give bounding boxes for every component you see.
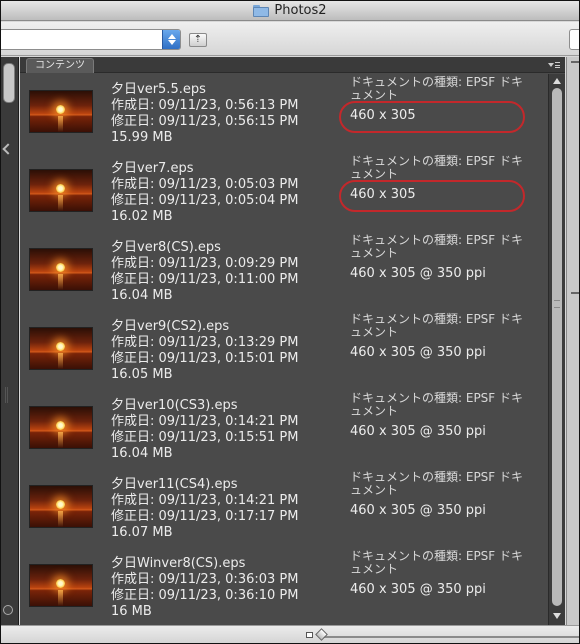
list-item[interactable]: 夕日ver5.5.eps 作成日: 09/11/23, 0:56:13 PM 修… [20,74,547,153]
document-kind: ドキュメントの種類: EPSF ドキュメント [350,312,524,339]
panel-menu-icon[interactable] [547,59,561,71]
list-item[interactable]: 夕日ver8(CS).eps 作成日: 09/11/23, 0:09:29 PM… [20,232,547,311]
modified-date: 修正日: 09/11/23, 0:05:04 PM [111,193,299,208]
created-date: 作成日: 09/11/23, 0:13:29 PM [111,335,299,350]
list-item[interactable]: 夕日ver11(CS4).eps 作成日: 09/11/23, 0:14:21 … [20,469,547,548]
content-list: 夕日ver5.5.eps 作成日: 09/11/23, 0:56:13 PM 修… [20,74,547,625]
scroll-thumb[interactable] [552,88,562,606]
sunset-thumbnail [29,406,93,449]
slider-knob[interactable] [315,628,328,641]
panel-header: コンテンツ [20,57,565,73]
finder-window: Photos2 ⇡ コンテンツ 夕日ver5.5.eps 作成日: 09/11/… [0,0,580,644]
vertical-scrollbar[interactable] [548,74,565,625]
splitter-grip[interactable] [5,387,8,403]
file-name: 夕日ver5.5.eps [111,82,206,97]
file-size: 16.04 MB [111,288,173,303]
file-name: 夕日ver9(CS2).eps [111,319,230,334]
modified-date: 修正日: 09/11/23, 0:11:00 PM [111,272,299,287]
list-item[interactable]: 夕日ver9(CS2).eps 作成日: 09/11/23, 0:13:29 P… [20,311,547,390]
document-kind: ドキュメントの種類: EPSF ドキュメント [350,549,524,576]
sunset-thumbnail [29,564,93,607]
document-kind: ドキュメントの種類: EPSF ドキュメント [350,75,524,102]
content-panel: コンテンツ 夕日ver5.5.eps 作成日: 09/11/23, 0:56:1… [20,57,565,625]
item-meta: 夕日ver8(CS).eps 作成日: 09/11/23, 0:09:29 PM… [111,240,341,304]
modified-date: 修正日: 09/11/23, 0:17:17 PM [111,509,299,524]
path-popup-stepper[interactable] [162,30,180,49]
file-size: 16.07 MB [111,525,173,540]
file-size: 16.02 MB [111,209,173,224]
item-meta: 夕日ver5.5.eps 作成日: 09/11/23, 0:56:13 PM 修… [111,82,341,146]
sunset-thumbnail [29,169,93,212]
list-item[interactable]: 夕日ver10(CS3).eps 作成日: 09/11/23, 0:14:21 … [20,390,547,469]
sidebar-scrollbar[interactable] [3,63,15,103]
tab-contents[interactable]: コンテンツ [26,58,94,73]
scroll-down-icon[interactable] [553,613,561,619]
item-meta: 夕日ver11(CS4).eps 作成日: 09/11/23, 0:14:21 … [111,477,341,541]
list-item[interactable]: 夕日Winver8(CS).eps 作成日: 09/11/23, 0:36:03… [20,548,547,625]
file-name: 夕日ver8(CS).eps [111,240,221,255]
scroll-up-icon[interactable] [553,78,561,84]
document-kind: ドキュメントの種類: EPSF ドキュメント [350,470,524,497]
left-sidebar [1,57,19,625]
file-name: 夕日ver7.eps [111,161,194,176]
search-field[interactable] [569,29,579,50]
file-size: 16.04 MB [111,446,173,461]
item-meta: 夕日ver9(CS2).eps 作成日: 09/11/23, 0:13:29 P… [111,319,341,383]
document-kind: ドキュメントの種類: EPSF ドキュメント [350,154,524,181]
up-folder-icon: ⇡ [193,34,203,45]
modified-date: 修正日: 09/11/23, 0:15:01 PM [111,351,299,366]
window-title: Photos2 [274,3,327,18]
created-date: 作成日: 09/11/23, 0:14:21 PM [111,493,299,508]
created-date: 作成日: 09/11/23, 0:36:03 PM [111,572,299,587]
file-size: 16.05 MB [111,367,173,382]
list-item[interactable]: 夕日ver7.eps 作成日: 09/11/23, 0:05:03 PM 修正日… [20,153,547,232]
item-meta: 夕日ver10(CS3).eps 作成日: 09/11/23, 0:14:21 … [111,398,341,462]
chevron-up-icon [167,34,176,39]
dimensions: 460 x 305 @ 350 ppi [350,503,486,518]
dimensions: 460 x 305 @ 350 ppi [350,345,486,360]
splitter-mark [571,61,579,63]
sunset-thumbnail [29,327,93,370]
created-date: 作成日: 09/11/23, 0:05:03 PM [111,177,299,192]
file-size: 16 MB [111,604,152,619]
dimensions: 460 x 305 @ 350 ppi [350,582,486,597]
title-bar[interactable]: Photos2 [1,1,579,21]
chevron-down-icon [167,40,176,45]
right-pane-edge [566,57,579,625]
document-kind: ドキュメントの種類: EPSF ドキュメント [350,233,524,260]
modified-date: 修正日: 09/11/23, 0:15:51 PM [111,430,299,445]
highlight-ring [339,180,525,212]
title-group: Photos2 [253,3,327,18]
document-kind: ドキュメントの種類: EPSF ドキュメント [350,391,524,418]
created-date: 作成日: 09/11/23, 0:09:29 PM [111,256,299,271]
file-name: 夕日Winver8(CS).eps [111,556,246,571]
created-date: 作成日: 09/11/23, 0:14:21 PM [111,414,299,429]
modified-date: 修正日: 09/11/23, 0:36:10 PM [111,588,299,603]
created-date: 作成日: 09/11/23, 0:56:13 PM [111,98,299,113]
splitter-mark [571,292,579,294]
item-meta: 夕日Winver8(CS).eps 作成日: 09/11/23, 0:36:03… [111,556,341,620]
small-thumbnail-icon [306,632,313,638]
item-meta: 夕日ver7.eps 作成日: 09/11/23, 0:05:03 PM 修正日… [111,161,341,225]
modified-date: 修正日: 09/11/23, 0:56:15 PM [111,114,299,129]
sunset-thumbnail [29,485,93,528]
sunset-thumbnail [29,248,93,291]
thumbnail-size-slider[interactable] [321,636,579,638]
sunset-thumbnail [29,90,93,133]
dimensions: 460 x 305 @ 350 ppi [350,266,486,281]
path-popup[interactable] [1,29,181,50]
collapse-icon[interactable] [2,143,14,155]
highlight-ring [339,101,525,133]
dimensions: 460 x 305 @ 350 ppi [350,424,486,439]
folder-icon [253,4,270,17]
file-name: 夕日ver10(CS3).eps [111,398,238,413]
toolbar: ⇡ [1,22,579,56]
file-name: 夕日ver11(CS4).eps [111,477,238,492]
status-bar [1,625,579,643]
sidebar-button[interactable] [3,605,13,615]
up-folder-button[interactable]: ⇡ [189,33,207,47]
file-size: 15.99 MB [111,130,173,145]
